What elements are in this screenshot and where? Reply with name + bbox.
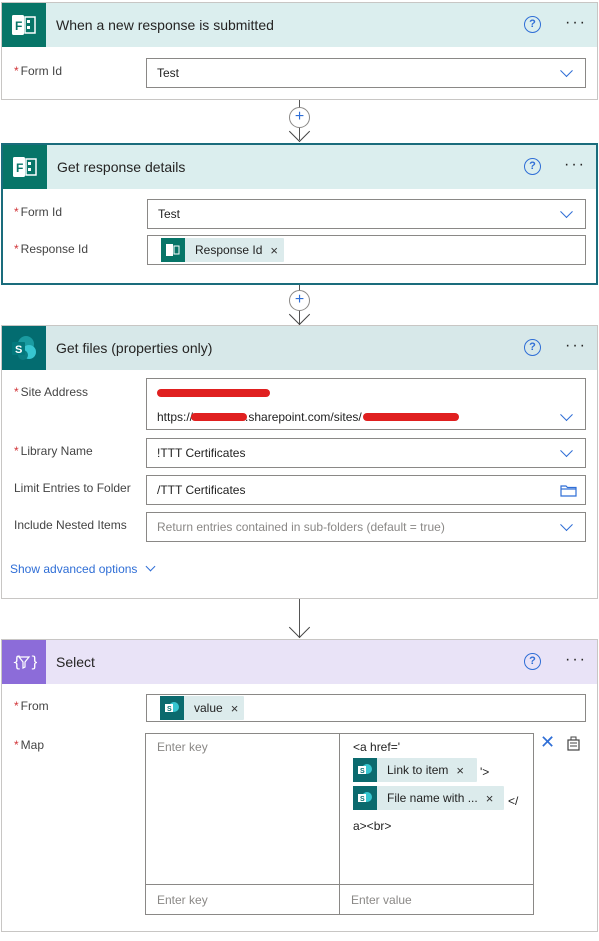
switch-mode-icon[interactable] <box>566 736 581 751</box>
site-address-dropdown[interactable]: https://.sharepoint.com/sites/ <box>146 378 586 430</box>
from-field[interactable]: S value × <box>146 694 586 722</box>
remove-token-icon[interactable]: × <box>486 791 494 806</box>
library-name-value: !TTT Certificates <box>157 446 246 460</box>
map-value-text: a><br> <box>353 819 392 833</box>
chevron-down-icon[interactable] <box>560 444 573 458</box>
trigger-title: When a new response is submitted <box>56 17 274 33</box>
svg-text:S: S <box>360 796 365 803</box>
forms-token-icon <box>161 238 185 262</box>
link-to-item-label: Link to item <box>387 763 449 777</box>
map-value-text: </ <box>508 794 519 808</box>
limit-folder-input[interactable]: /TTT Certificates <box>146 475 586 505</box>
nested-items-dropdown[interactable]: Return entries contained in sub-folders … <box>146 512 586 542</box>
svg-text:S: S <box>15 344 22 356</box>
form-id-label: * Form Id <box>14 64 63 78</box>
get-response-title: Get response details <box>57 159 186 175</box>
library-name-dropdown[interactable]: !TTT Certificates <box>146 438 586 468</box>
get-files-header[interactable]: S Get files (properties only) ? ··· <box>2 326 597 370</box>
site-address-label: * Site Address <box>14 385 89 399</box>
forms-app-icon: F <box>3 145 47 189</box>
svg-text:F: F <box>15 19 22 33</box>
library-name-label: * Library Name <box>14 444 93 458</box>
value-token[interactable]: S value × <box>160 696 245 720</box>
more-options-icon[interactable]: ··· <box>565 336 587 356</box>
nested-items-placeholder: Return entries contained in sub-folders … <box>157 520 445 534</box>
site-address-url: https://.sharepoint.com/sites/ <box>157 410 362 424</box>
sharepoint-token-icon: S <box>160 696 184 720</box>
more-options-icon[interactable]: ··· <box>565 13 587 33</box>
limit-folder-value: /TTT Certificates <box>157 483 246 497</box>
link-to-item-token[interactable]: S Link to item × <box>353 758 477 782</box>
nested-items-label: Include Nested Items <box>14 518 127 532</box>
svg-text:S: S <box>360 768 365 775</box>
sharepoint-token-icon: S <box>353 758 377 782</box>
svg-text:}: } <box>30 653 37 671</box>
form-id-dropdown[interactable]: Test <box>146 58 586 88</box>
map-key-input[interactable]: Enter key <box>157 740 208 754</box>
form-id-dropdown[interactable]: Test <box>147 199 586 229</box>
select-title: Select <box>56 654 95 670</box>
sharepoint-app-icon: S <box>2 326 46 370</box>
remove-token-icon[interactable]: × <box>231 701 239 716</box>
from-label: * From <box>14 699 49 713</box>
get-files-title: Get files (properties only) <box>56 340 213 356</box>
forms-app-icon: F <box>2 3 46 47</box>
get-response-header[interactable]: F Get response details ? ··· <box>3 145 596 189</box>
map-value-text: <a href=' <box>353 740 400 754</box>
folder-picker-icon[interactable] <box>560 484 577 497</box>
show-advanced-options-link[interactable]: Show advanced options <box>10 561 156 576</box>
help-icon[interactable]: ? <box>524 16 541 33</box>
get-files-card[interactable]: S Get files (properties only) ? ··· * Sit… <box>1 325 598 599</box>
trigger-card-header[interactable]: F When a new response is submitted ? ··· <box>2 3 597 47</box>
limit-folder-label: Limit Entries to Folder <box>14 481 131 495</box>
svg-text:S: S <box>167 706 172 713</box>
form-id-value: Test <box>157 66 180 80</box>
chevron-down-icon <box>145 561 156 572</box>
remove-token-icon[interactable]: × <box>270 243 278 258</box>
svg-text:F: F <box>16 161 23 175</box>
map-column-divider <box>339 734 340 914</box>
data-operation-app-icon: {} <box>2 640 46 684</box>
svg-text:{: { <box>12 653 22 671</box>
response-id-label: * Response Id <box>14 242 89 256</box>
redacted-mark <box>363 413 459 421</box>
more-options-icon[interactable]: ··· <box>564 155 586 175</box>
map-value-input[interactable]: Enter value <box>351 893 412 907</box>
response-id-field[interactable]: Response Id × <box>147 235 586 265</box>
help-icon[interactable]: ? <box>524 653 541 670</box>
form-id-label: * Form Id <box>14 205 63 219</box>
map-value-text: '> <box>480 765 490 779</box>
map-row-divider <box>146 884 533 885</box>
flow-arrow-icon <box>288 616 311 639</box>
chevron-down-icon[interactable] <box>560 205 573 219</box>
map-label: * Map <box>14 738 45 752</box>
file-name-token[interactable]: S File name with ... × <box>353 786 504 810</box>
chevron-down-icon[interactable] <box>560 518 573 532</box>
map-table[interactable]: Enter key <a href=' S Link to item × '> … <box>145 733 534 915</box>
remove-token-icon[interactable]: × <box>456 763 464 778</box>
value-token-label: value <box>194 701 223 715</box>
response-id-token-label: Response Id <box>195 243 263 257</box>
sharepoint-token-icon: S <box>353 786 377 810</box>
trigger-card[interactable]: F When a new response is submitted ? ···… <box>1 2 598 100</box>
response-id-token[interactable]: Response Id × <box>161 238 284 262</box>
close-icon[interactable]: ✕ <box>540 733 555 751</box>
help-icon[interactable]: ? <box>524 158 541 175</box>
chevron-down-icon[interactable] <box>560 408 573 422</box>
redacted-mark <box>191 413 247 421</box>
help-icon[interactable]: ? <box>524 339 541 356</box>
form-id-value: Test <box>158 207 181 221</box>
select-header[interactable]: {} Select ? ··· <box>2 640 597 684</box>
map-key-input[interactable]: Enter key <box>157 893 208 907</box>
chevron-down-icon[interactable] <box>560 64 573 78</box>
redacted-mark <box>157 389 270 397</box>
file-name-label: File name with ... <box>387 791 478 805</box>
get-response-card[interactable]: F Get response details ? ··· * Form Id Te… <box>1 143 598 285</box>
more-options-icon[interactable]: ··· <box>565 650 587 670</box>
